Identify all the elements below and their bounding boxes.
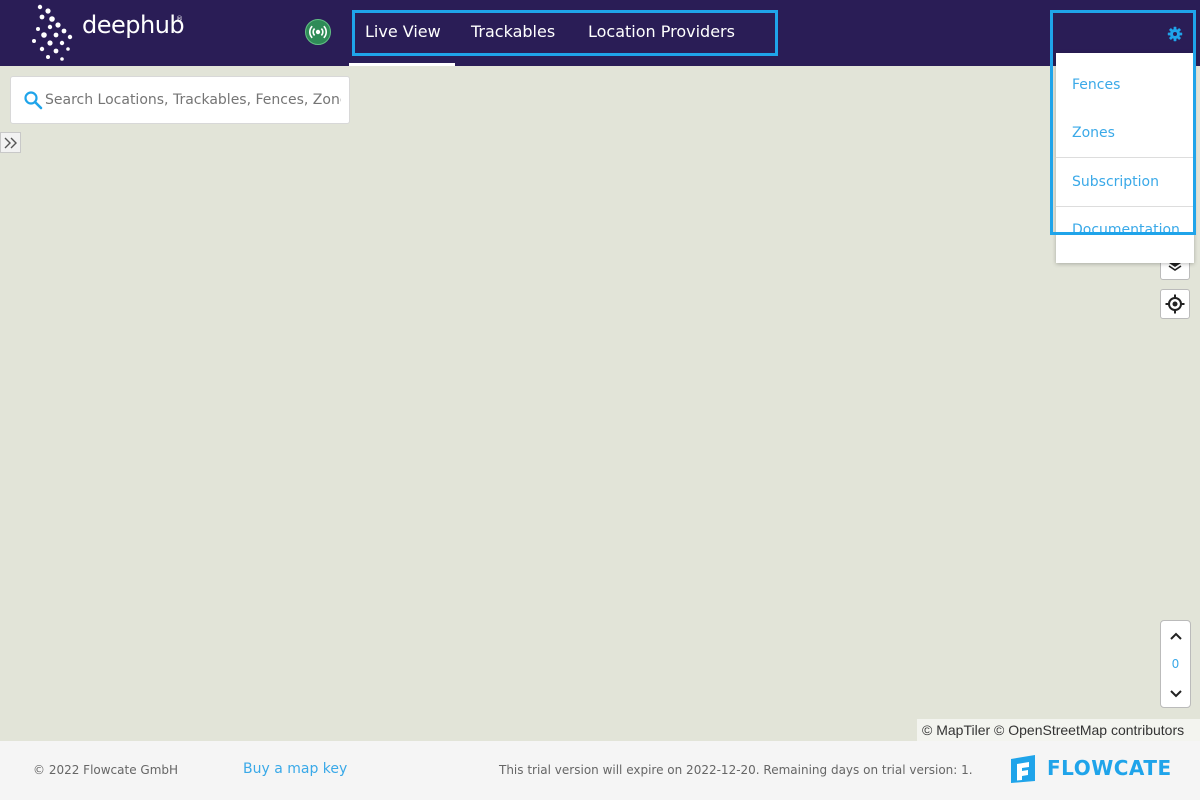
menu-item-documentation[interactable]: Documentation [1056, 206, 1194, 255]
chevron-up-icon [1169, 632, 1182, 640]
active-tab-indicator [349, 63, 455, 66]
settings-dropdown-menu: Fences Zones Subscription Documentation [1056, 53, 1194, 263]
deephub-logo-mark-icon [32, 4, 73, 61]
buy-map-key-link[interactable]: Buy a map key [243, 761, 347, 777]
top-navigation-bar: deephub ® Live View Trackables Location … [0, 0, 1200, 66]
main-nav-tabs: Live View Trackables Location Providers [352, 10, 778, 56]
map-attribution[interactable]: © MapTiler © OpenStreetMap contributors [917, 719, 1200, 741]
floor-down-button[interactable] [1161, 681, 1190, 707]
connection-status-button[interactable] [305, 19, 331, 45]
menu-item-fences[interactable]: Fences [1056, 61, 1194, 110]
crosshair-icon [1165, 294, 1185, 314]
flowcate-wordmark: FLOWCATE [1047, 756, 1172, 780]
double-chevron-right-icon [4, 137, 17, 148]
trial-notice: This trial version will expire on 2022-1… [499, 763, 973, 777]
tab-location-providers[interactable]: Location Providers [588, 22, 735, 41]
search-input[interactable] [45, 87, 341, 113]
floor-up-button[interactable] [1161, 623, 1190, 649]
footer: © 2022 Flowcate GmbH Buy a map key This … [0, 741, 1200, 800]
search-box [10, 76, 350, 124]
logo-wordmark: deephub [82, 11, 185, 39]
flowcate-logo-icon[interactable] [1007, 753, 1041, 785]
floor-level-control: 0 [1160, 620, 1191, 708]
gear-icon[interactable] [1167, 26, 1183, 42]
tab-live-view[interactable]: Live View [365, 22, 441, 41]
locate-me-button[interactable] [1160, 289, 1190, 319]
logo-registered-mark: ® [176, 15, 183, 23]
menu-item-zones[interactable]: Zones [1056, 109, 1194, 158]
deephub-logo[interactable]: deephub ® [30, 3, 190, 63]
menu-item-subscription[interactable]: Subscription [1056, 158, 1194, 207]
search-icon [24, 91, 43, 110]
floor-level-value: 0 [1171, 657, 1180, 671]
chevron-down-icon [1169, 690, 1182, 698]
copyright-text: © 2022 Flowcate GmbH [33, 763, 179, 777]
broadcast-icon [309, 25, 327, 39]
expand-sidebar-button[interactable] [0, 132, 21, 153]
tab-trackables[interactable]: Trackables [471, 22, 555, 41]
